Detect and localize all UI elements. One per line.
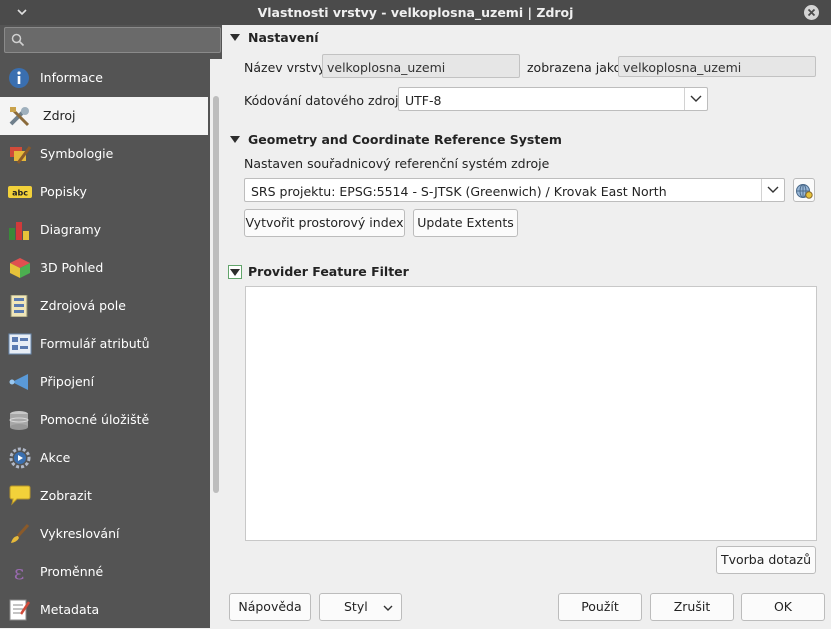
title-bar: Vlastnosti vrstvy - velkoplosna_uzemi | … [0, 0, 831, 25]
sidebar-item-symbologie[interactable]: Symbologie [0, 135, 208, 173]
sidebar-item-pripojeni[interactable]: Připojení [0, 363, 208, 401]
sidebar-item-informace[interactable]: Informace [0, 59, 208, 97]
search-input[interactable] [4, 27, 221, 53]
sidebar-item-label: Popisky [40, 184, 87, 199]
main-panel: Nastavení Název vrstvy velkoplosna_uzemi… [222, 25, 831, 628]
action-gear-icon [8, 447, 32, 469]
svg-text:ε: ε [14, 561, 24, 583]
sidebar-item-promenne[interactable]: ε Proměnné [0, 553, 208, 591]
crs-section-title: Geometry and Coordinate Reference System [248, 132, 562, 147]
crs-select[interactable]: SRS projektu: EPSG:5514 - S-JTSK (Greenw… [244, 178, 785, 202]
sidebar-item-label: Proměnné [40, 564, 104, 579]
storage-icon [8, 409, 32, 431]
sidebar-item-vykreslovani[interactable]: Vykreslování [0, 515, 208, 553]
sidebar-item-popisky[interactable]: abc Popisky [0, 173, 208, 211]
abc-label-icon: abc [8, 181, 32, 203]
sidebar-item-zobrazit[interactable]: Zobrazit [0, 477, 208, 515]
crs-picker-button[interactable] [793, 178, 815, 202]
encoding-value: UTF-8 [405, 93, 442, 108]
encoding-label: Kódování datového zdroje [244, 93, 407, 108]
layer-name-label: Název vrstvy [244, 60, 326, 75]
sidebar-item-zdroj[interactable]: Zdroj [0, 97, 208, 135]
chevron-down-icon [684, 88, 707, 110]
encoding-select[interactable]: UTF-8 [398, 87, 708, 111]
join-icon [8, 371, 32, 393]
brush-render-icon [8, 523, 32, 545]
sidebar-item-label: Formulář atributů [40, 336, 150, 351]
update-extents-button[interactable]: Update Extents [413, 209, 518, 237]
speech-bubble-icon [8, 485, 32, 507]
sidebar-list: Informace Zdroj Symbologie abc Popisky D… [0, 59, 208, 629]
style-button-label: Styl [344, 599, 368, 614]
create-spatial-index-button[interactable]: Vytvořit prostorový index [244, 209, 405, 237]
info-icon [8, 67, 32, 89]
paintbrush-icon [8, 143, 32, 165]
close-icon[interactable] [804, 5, 819, 20]
sidebar-item-label: Zdroj [43, 108, 76, 123]
apply-button[interactable]: Použít [558, 593, 642, 621]
style-menu-button[interactable]: Styl [319, 593, 402, 621]
layer-name-field[interactable]: velkoplosna_uzemi [322, 54, 520, 78]
chevron-down-icon [761, 179, 784, 201]
diagram-icon [8, 219, 32, 241]
sidebar-item-label: Akce [40, 450, 71, 465]
sidebar: Informace Zdroj Symbologie abc Popisky D… [0, 25, 222, 628]
form-icon [8, 333, 32, 355]
sidebar-item-zdrojova-pole[interactable]: Zdrojová pole [0, 287, 208, 325]
cube-3d-icon [8, 257, 32, 279]
sidebar-item-akce[interactable]: Akce [0, 439, 208, 477]
svg-text:abc: abc [12, 189, 28, 198]
crs-value: SRS projektu: EPSG:5514 - S-JTSK (Greenw… [251, 184, 667, 199]
sidebar-item-label: Symbologie [40, 146, 114, 161]
window-title: Vlastnosti vrstvy - velkoplosna_uzemi | … [257, 5, 574, 20]
sidebar-item-metadata[interactable]: Metadata [0, 591, 208, 629]
search-icon [11, 33, 25, 47]
settings-section-title: Nastavení [248, 30, 319, 45]
sidebar-item-formular-atributu[interactable]: Formulář atributů [0, 325, 208, 363]
sidebar-item-label: Metadata [40, 602, 100, 617]
sidebar-item-label: Informace [40, 70, 103, 85]
globe-icon [796, 184, 813, 199]
source-tools-icon [8, 105, 32, 127]
sidebar-item-label: 3D Pohled [40, 260, 104, 275]
filter-section-title: Provider Feature Filter [248, 264, 409, 279]
sidebar-item-pomocne-uloziste[interactable]: Pomocné úložiště [0, 401, 208, 439]
sidebar-item-label: Připojení [40, 374, 95, 389]
sidebar-item-label: Zdrojová pole [40, 298, 126, 313]
cancel-button[interactable]: Zrušit [650, 593, 734, 621]
epsilon-icon: ε [8, 560, 32, 584]
crs-section-header[interactable]: Geometry and Coordinate Reference System [230, 132, 562, 147]
filter-collapse-toggle[interactable] [228, 265, 242, 279]
sidebar-scroll-thumb[interactable] [213, 96, 219, 493]
sidebar-item-3d-pohled[interactable]: 3D Pohled [0, 249, 208, 287]
ok-button[interactable]: OK [741, 593, 825, 621]
collapse-arrow-icon [230, 34, 240, 41]
collapse-arrow-icon [230, 136, 240, 143]
help-button[interactable]: Nápověda [229, 593, 311, 621]
sidebar-item-label: Vykreslování [40, 526, 120, 541]
settings-section-header[interactable]: Nastavení [230, 30, 319, 45]
displayed-as-field[interactable]: velkoplosna_uzemi [618, 56, 816, 77]
filter-text-area[interactable] [245, 286, 817, 541]
sidebar-item-label: Diagramy [40, 222, 102, 237]
sidebar-item-diagramy[interactable]: Diagramy [0, 211, 208, 249]
sidebar-item-label: Pomocné úložiště [40, 412, 150, 427]
sidebar-item-label: Zobrazit [40, 488, 92, 503]
crs-description: Nastaven souřadnicový referenční systém … [244, 156, 550, 171]
chevron-down-icon [383, 605, 393, 611]
metadata-icon [8, 599, 32, 621]
displayed-as-label: zobrazena jako [527, 60, 622, 75]
query-builder-button[interactable]: Tvorba dotazů [716, 546, 816, 574]
collapse-arrow-icon [230, 269, 240, 276]
fields-icon [8, 294, 32, 318]
